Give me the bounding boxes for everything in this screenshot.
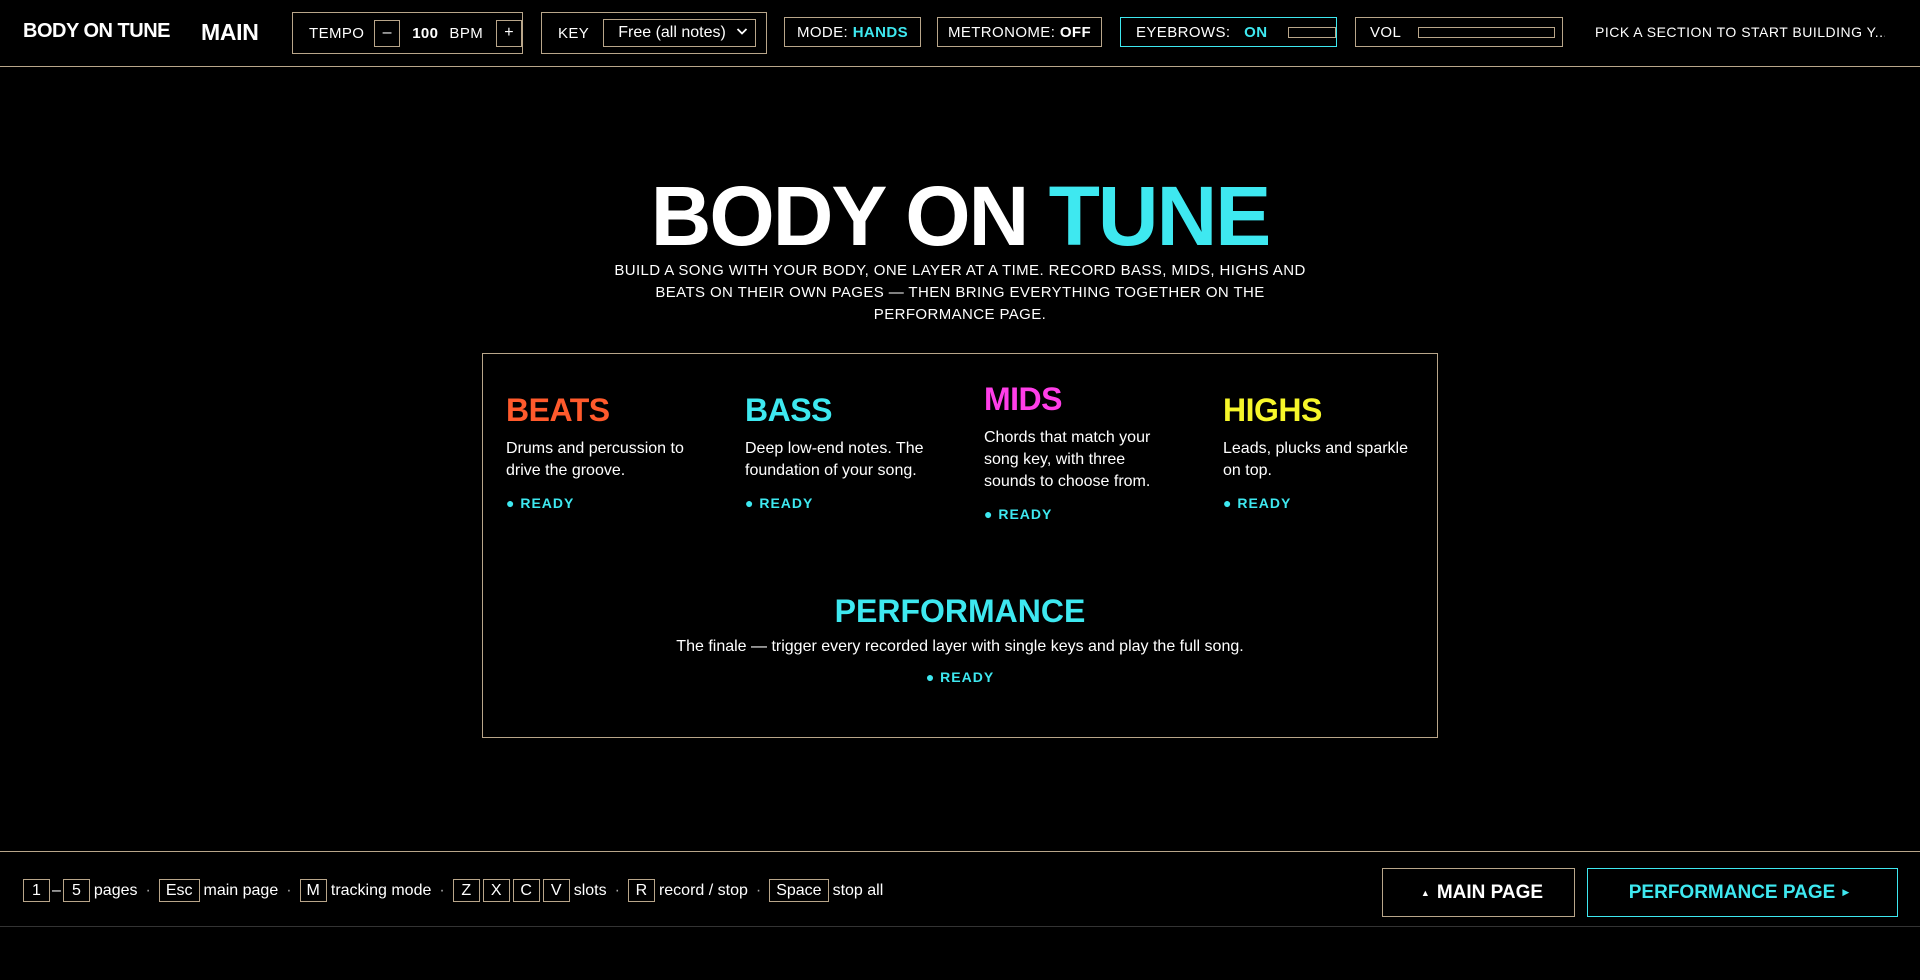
section-title: BASS — [745, 392, 832, 428]
key-space: Space — [769, 879, 829, 902]
volume-label: VOL — [1370, 23, 1402, 41]
section-description: The finale — trigger every recorded laye… — [676, 638, 1244, 655]
key-x: X — [482, 879, 510, 902]
tempo-increase-button[interactable]: + — [496, 19, 522, 47]
key-c: C — [512, 879, 540, 902]
metronome-toggle[interactable]: METRONOME: OFF — [937, 17, 1102, 47]
key-v: V — [542, 879, 570, 902]
brand-logo: BODY ON TUNE — [23, 20, 170, 42]
shortcut-label: slots — [573, 881, 607, 899]
status-text: PICK A SECTION TO START BUILDING Y... — [1595, 24, 1885, 40]
section-title: PERFORMANCE — [834, 593, 1086, 629]
shortcut-label: tracking mode — [330, 881, 432, 899]
key-select-value: Free (all notes) — [618, 24, 726, 41]
metronome-value: OFF — [1059, 23, 1092, 41]
hero-title-part2: TUNE — [1048, 169, 1272, 263]
hero-subtitle: BUILD A SONG WITH YOUR BODY, ONE LAYER A… — [614, 262, 1306, 323]
key-select[interactable]: Free (all notes) — [603, 19, 757, 47]
separator: · — [614, 881, 620, 899]
eyebrows-meter — [1288, 26, 1336, 38]
status-badge: ● READY — [1223, 495, 1292, 511]
shortcut-legend: 1 – 5 pages · Esc main page · M tracking… — [23, 879, 883, 902]
chevron-down-icon — [737, 28, 748, 35]
section-description: Deep low-end notes. The foundation of yo… — [745, 440, 924, 479]
key-esc: Esc — [158, 879, 200, 902]
section-highs[interactable]: HIGHS Leads, plucks and sparkle on top. … — [1223, 393, 1413, 511]
metronome-label: METRONOME: — [947, 23, 1056, 41]
section-mids[interactable]: MIDS Chords that match your song key, wi… — [984, 382, 1174, 522]
key-range-dash: – — [52, 881, 61, 899]
key-r: R — [627, 879, 655, 902]
hero-title: BODY ON TUNE — [0, 171, 1920, 261]
tempo-decrease-button[interactable]: – — [374, 19, 401, 47]
mode-label: MODE: — [796, 23, 849, 41]
status-badge: ● READY — [506, 495, 575, 511]
hero-title-part1: BODY ON — [650, 169, 1030, 263]
section-description: Drums and percussion to drive the groove… — [506, 440, 684, 479]
status-badge: ● READY — [925, 669, 995, 685]
section-title: HIGHS — [1223, 392, 1322, 428]
eyebrows-label: EYEBROWS: — [1136, 23, 1231, 41]
tempo-value: 100 — [412, 24, 439, 42]
performance-page-button[interactable]: PERFORMANCE PAGE ▶ — [1587, 868, 1898, 917]
separator: · — [755, 881, 762, 899]
triangle-up-icon: ▲ — [1420, 887, 1430, 898]
key-5: 5 — [62, 879, 90, 902]
page-title: MAIN — [201, 19, 259, 45]
key-control: KEY Free (all notes) — [541, 12, 767, 54]
mode-toggle[interactable]: MODE: HANDS — [784, 17, 921, 47]
key-m: M — [299, 879, 327, 902]
section-description: Chords that match your song key, with th… — [984, 429, 1151, 490]
status-badge: ● READY — [984, 506, 1053, 522]
shortcut-label: pages — [93, 881, 138, 899]
mode-value: HANDS — [852, 23, 909, 41]
key-z: Z — [452, 879, 480, 902]
separator: · — [439, 881, 445, 899]
volume-control: VOL — [1355, 17, 1563, 47]
section-beats[interactable]: BEATS Drums and percussion to drive the … — [506, 393, 696, 511]
separator: · — [286, 881, 292, 899]
tempo-label: TEMPO — [309, 24, 365, 42]
main-page-button[interactable]: ▲ MAIN PAGE — [1382, 868, 1575, 917]
status-badge: ● READY — [745, 495, 814, 511]
separator: · — [145, 881, 151, 899]
triangle-right-icon: ▶ — [1842, 887, 1850, 897]
volume-slider[interactable] — [1418, 26, 1556, 38]
key-label: KEY — [558, 24, 590, 42]
bottom-bar: 1 – 5 pages · Esc main page · M tracking… — [0, 851, 1920, 927]
performance-page-button-label: PERFORMANCE PAGE — [1628, 881, 1836, 903]
tempo-unit: BPM — [449, 24, 484, 42]
shortcut-label: main page — [203, 881, 279, 899]
section-title: BEATS — [506, 392, 610, 428]
section-description: Leads, plucks and sparkle on top. — [1223, 440, 1408, 479]
tempo-control: TEMPO – 100 BPM + — [292, 12, 523, 54]
section-performance[interactable]: PERFORMANCE The finale — trigger every r… — [483, 594, 1437, 685]
eyebrows-toggle[interactable]: EYEBROWS: ON — [1120, 17, 1337, 47]
key-1: 1 — [23, 879, 50, 902]
main-page-button-label: MAIN PAGE — [1436, 881, 1544, 903]
shortcut-label: stop all — [832, 881, 884, 899]
sections-card: BEATS Drums and percussion to drive the … — [482, 353, 1438, 738]
top-bar: BODY ON TUNE MAIN TEMPO – 100 BPM + KEY … — [0, 0, 1920, 67]
shortcut-label: record / stop — [658, 881, 748, 899]
section-title: MIDS — [984, 381, 1063, 417]
section-bass[interactable]: BASS Deep low-end notes. The foundation … — [745, 393, 935, 511]
eyebrows-value: ON — [1244, 23, 1268, 41]
